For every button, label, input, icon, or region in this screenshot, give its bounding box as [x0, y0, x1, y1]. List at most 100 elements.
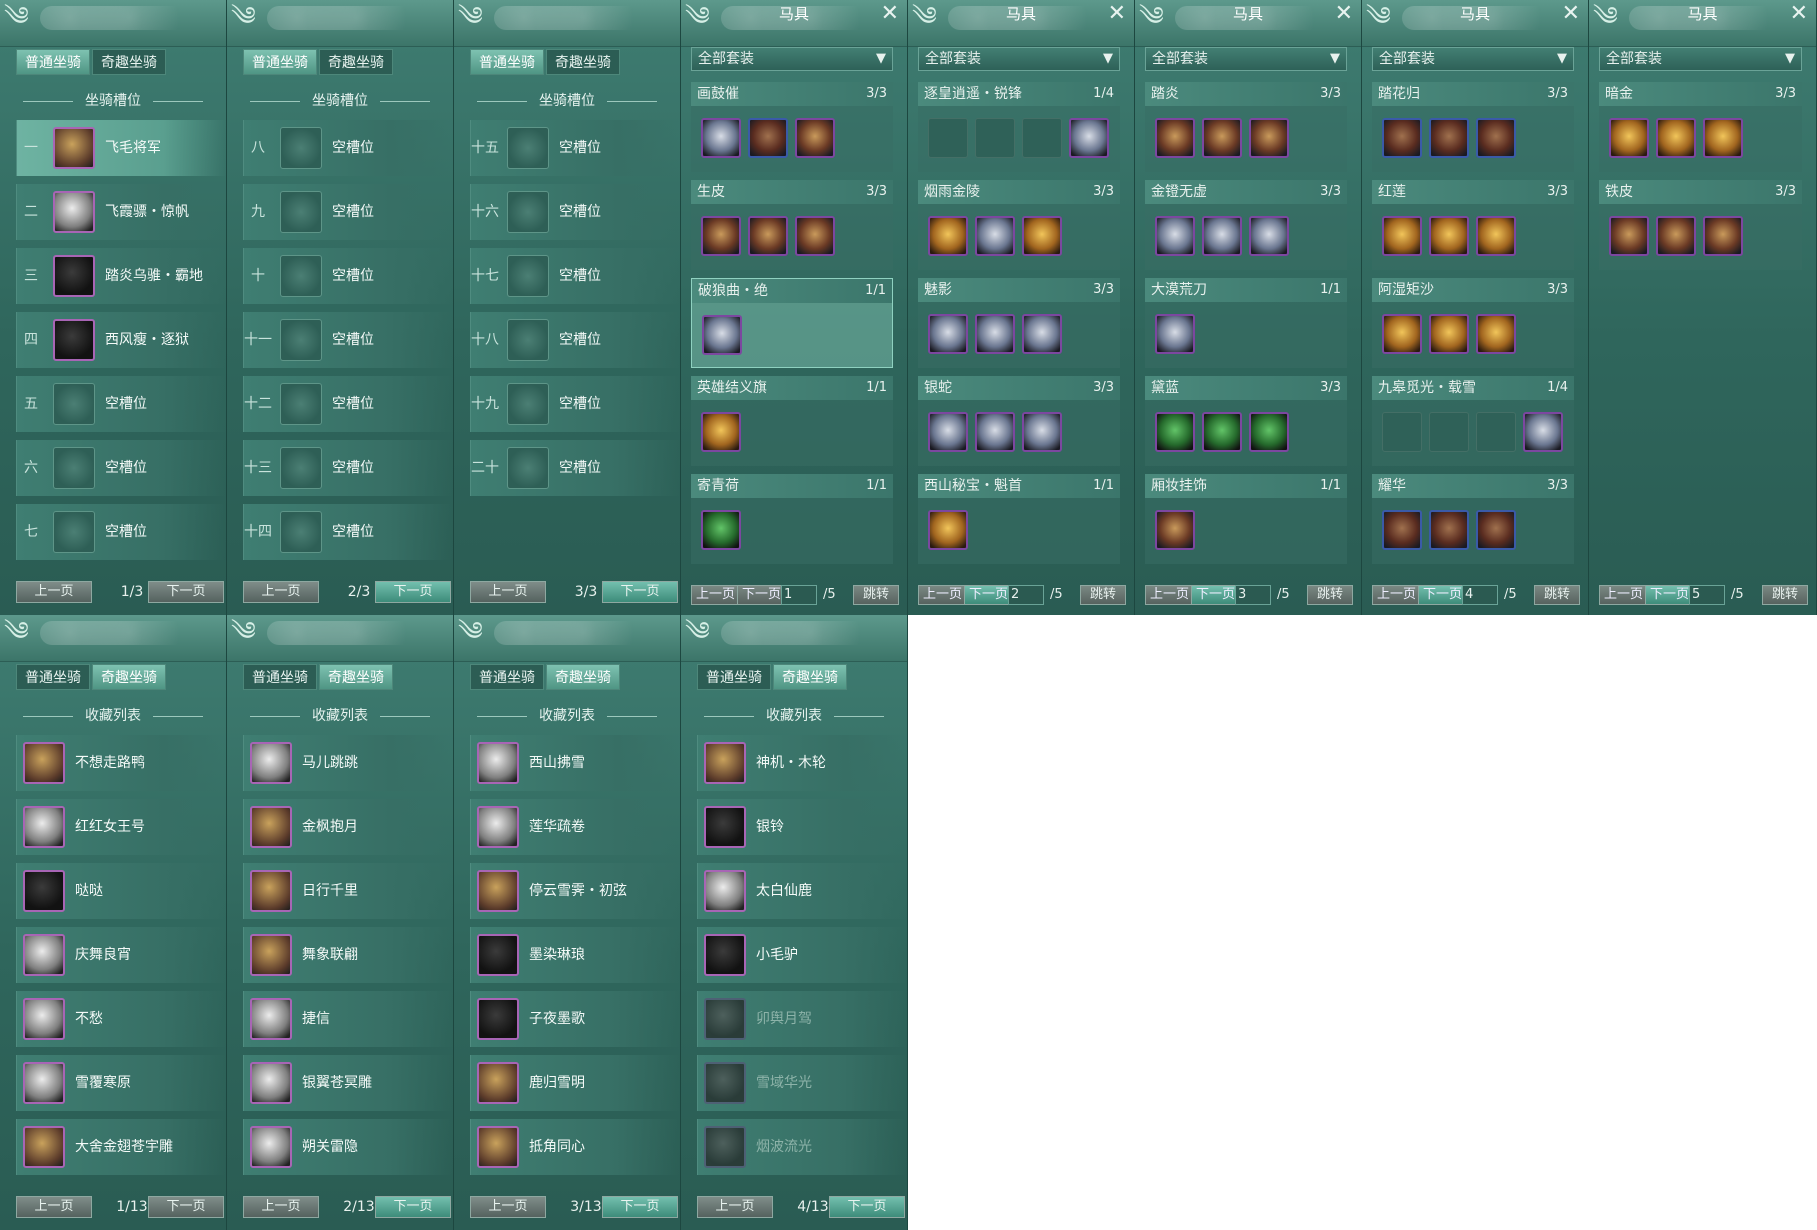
- harness-set[interactable]: 耀华 3/3: [1372, 474, 1574, 564]
- harness-item-icon[interactable]: [1429, 216, 1469, 256]
- mount-row[interactable]: 银铃: [697, 799, 907, 855]
- prev-page-button[interactable]: 上一页: [1599, 585, 1649, 605]
- harness-set[interactable]: 烟雨金陵 3/3: [918, 180, 1120, 270]
- empty-item-slot[interactable]: [975, 118, 1015, 158]
- mount-row[interactable]: 卯舆月驾: [697, 991, 907, 1047]
- mount-row[interactable]: 三 踏炎乌骓・霸地: [16, 248, 226, 304]
- harness-item-icon[interactable]: [1155, 412, 1195, 452]
- empty-slot-icon[interactable]: [280, 127, 322, 169]
- harness-item-icon[interactable]: [1249, 412, 1289, 452]
- prev-page-button[interactable]: 上一页: [691, 585, 741, 605]
- harness-item-icon[interactable]: [1022, 412, 1062, 452]
- harness-item-icon[interactable]: [1476, 118, 1516, 158]
- empty-slot-icon[interactable]: [53, 383, 95, 425]
- harness-item-icon[interactable]: [701, 510, 741, 550]
- mount-portrait-icon[interactable]: [53, 191, 95, 233]
- tab-normal-mounts[interactable]: 普通坐骑: [16, 49, 90, 75]
- mount-row[interactable]: 马儿跳跳: [243, 735, 453, 791]
- harness-item-icon[interactable]: [748, 216, 788, 256]
- harness-item-icon[interactable]: [1429, 314, 1469, 354]
- prev-page-button[interactable]: 上一页: [1372, 585, 1422, 605]
- mount-row[interactable]: 七 空槽位: [16, 504, 226, 560]
- empty-slot-icon[interactable]: [280, 319, 322, 361]
- mount-portrait-icon[interactable]: [53, 319, 95, 361]
- empty-slot-icon[interactable]: [507, 127, 549, 169]
- mount-row[interactable]: 哒哒: [16, 863, 226, 919]
- harness-item-icon[interactable]: [1069, 118, 1109, 158]
- prev-page-button[interactable]: 上一页: [16, 581, 92, 603]
- harness-item-icon[interactable]: [1429, 118, 1469, 158]
- mount-row[interactable]: 大舍金翅苍宇雕: [16, 1119, 226, 1175]
- mount-row[interactable]: 日行千里: [243, 863, 453, 919]
- mount-row[interactable]: 十一 空槽位: [243, 312, 453, 368]
- empty-slot-icon[interactable]: [53, 447, 95, 489]
- harness-item-icon[interactable]: [928, 412, 968, 452]
- next-page-button[interactable]: 下一页: [737, 585, 787, 605]
- page-input[interactable]: 2: [1008, 585, 1044, 605]
- prev-page-button[interactable]: 上一页: [470, 1196, 546, 1218]
- mount-portrait-icon[interactable]: [23, 870, 65, 912]
- harness-item-icon[interactable]: [1429, 510, 1469, 550]
- harness-set[interactable]: 魅影 3/3: [918, 278, 1120, 368]
- harness-item-icon[interactable]: [1249, 118, 1289, 158]
- harness-item-icon[interactable]: [1523, 412, 1563, 452]
- empty-slot-icon[interactable]: [280, 255, 322, 297]
- harness-item-icon[interactable]: [975, 216, 1015, 256]
- close-icon[interactable]: ✕: [1790, 2, 1808, 26]
- harness-item-icon[interactable]: [1382, 118, 1422, 158]
- harness-item-icon[interactable]: [1609, 118, 1649, 158]
- empty-slot-icon[interactable]: [280, 447, 322, 489]
- mount-portrait-icon[interactable]: [23, 742, 65, 784]
- harness-item-icon[interactable]: [1202, 118, 1242, 158]
- empty-slot-icon[interactable]: [53, 511, 95, 553]
- harness-item-icon[interactable]: [1476, 510, 1516, 550]
- mount-portrait-icon[interactable]: [23, 1062, 65, 1104]
- mount-portrait-icon[interactable]: [250, 1062, 292, 1104]
- mount-row[interactable]: 雪覆寒原: [16, 1055, 226, 1111]
- empty-slot-icon[interactable]: [507, 191, 549, 233]
- mount-row[interactable]: 金枫抱月: [243, 799, 453, 855]
- harness-item-icon[interactable]: [975, 314, 1015, 354]
- mount-portrait-icon[interactable]: [704, 806, 746, 848]
- mount-portrait-icon[interactable]: [23, 806, 65, 848]
- mount-portrait-icon[interactable]: [477, 1062, 519, 1104]
- next-page-button[interactable]: 下一页: [375, 581, 451, 603]
- harness-item-icon[interactable]: [928, 216, 968, 256]
- page-input[interactable]: 1: [781, 585, 817, 605]
- mount-portrait-icon[interactable]: [250, 742, 292, 784]
- harness-set[interactable]: 西山秘宝・魁首 1/1: [918, 474, 1120, 564]
- empty-item-slot[interactable]: [1382, 412, 1422, 452]
- mount-row[interactable]: 五 空槽位: [16, 376, 226, 432]
- tab-normal-mounts[interactable]: 普通坐骑: [470, 664, 544, 690]
- harness-item-icon[interactable]: [701, 216, 741, 256]
- mount-row[interactable]: 十八 空槽位: [470, 312, 680, 368]
- mount-portrait-icon[interactable]: [250, 806, 292, 848]
- harness-set[interactable]: 厢妆挂饰 1/1: [1145, 474, 1347, 564]
- mount-row[interactable]: 雪域华光: [697, 1055, 907, 1111]
- mount-row[interactable]: 十四 空槽位: [243, 504, 453, 560]
- mount-portrait-icon[interactable]: [250, 1126, 292, 1168]
- page-input[interactable]: 5: [1689, 585, 1725, 605]
- harness-item-icon[interactable]: [1155, 216, 1195, 256]
- empty-slot-icon[interactable]: [507, 255, 549, 297]
- mount-row[interactable]: 鹿归雪明: [470, 1055, 680, 1111]
- mount-portrait-icon[interactable]: [53, 127, 95, 169]
- mount-row[interactable]: 不想走路鸭: [16, 735, 226, 791]
- jump-button[interactable]: 跳转: [1762, 585, 1808, 605]
- harness-item-icon[interactable]: [702, 315, 742, 355]
- harness-item-icon[interactable]: [795, 216, 835, 256]
- mount-row[interactable]: 十二 空槽位: [243, 376, 453, 432]
- mount-portrait-icon[interactable]: [477, 1126, 519, 1168]
- harness-item-icon[interactable]: [1382, 510, 1422, 550]
- harness-item-icon[interactable]: [1202, 412, 1242, 452]
- harness-set[interactable]: 逐皇逍遥・锐锋 1/4: [918, 82, 1120, 172]
- mount-portrait-icon[interactable]: [704, 998, 746, 1040]
- tab-fun-mounts[interactable]: 奇趣坐骑: [92, 664, 166, 690]
- prev-page-button[interactable]: 上一页: [243, 1196, 319, 1218]
- harness-item-icon[interactable]: [928, 314, 968, 354]
- harness-item-icon[interactable]: [701, 412, 741, 452]
- harness-set[interactable]: 寄青荷 1/1: [691, 474, 893, 564]
- harness-item-icon[interactable]: [1476, 314, 1516, 354]
- harness-set[interactable]: 铁皮 3/3: [1599, 180, 1802, 270]
- next-page-button[interactable]: 下一页: [964, 585, 1014, 605]
